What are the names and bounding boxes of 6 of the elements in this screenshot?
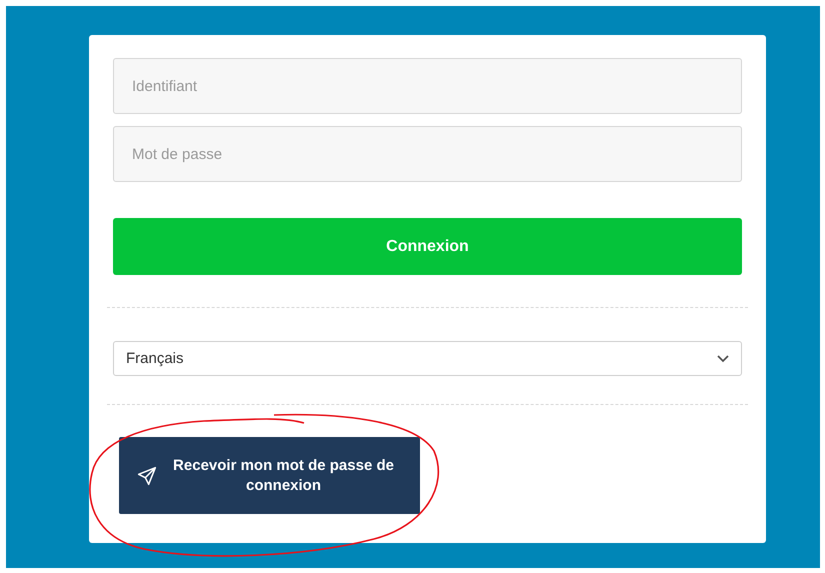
send-password-button[interactable]: Recevoir mon mot de passe de connexion: [119, 437, 420, 514]
password-field[interactable]: Mot de passe: [113, 126, 742, 182]
language-select[interactable]: Français: [113, 341, 742, 376]
chevron-down-icon: [717, 354, 729, 362]
username-field[interactable]: Identifiant: [113, 58, 742, 114]
paper-plane-icon: [137, 466, 157, 486]
